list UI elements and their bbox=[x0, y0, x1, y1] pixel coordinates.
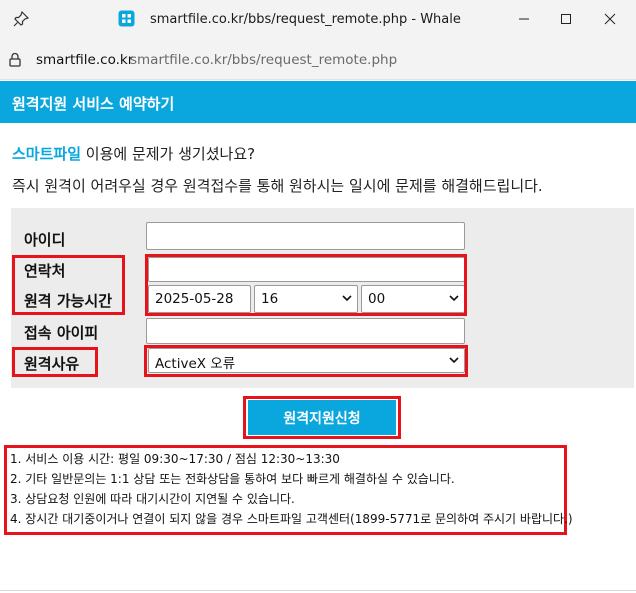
lock-icon[interactable] bbox=[9, 52, 21, 67]
highlight-box bbox=[12, 255, 125, 315]
maximize-button[interactable] bbox=[548, 6, 584, 32]
minimize-icon bbox=[519, 18, 529, 20]
remote-support-submit-button[interactable]: 원격지원신청 bbox=[248, 400, 396, 435]
notice-item: 1. 서비스 이용 시간: 평일 09:30~17:30 / 점심 12:30~… bbox=[10, 452, 340, 466]
intro-description: 즉시 원격이 어려우실 경우 원격접수를 통해 원하시는 일시에 문제를 해결해… bbox=[12, 177, 543, 195]
highlight-box bbox=[145, 254, 467, 316]
divider bbox=[0, 590, 636, 591]
notice-item: 3. 상담요청 인원에 따라 대기시간이 지연될 수 있습니다. bbox=[10, 492, 295, 506]
pin-icon[interactable] bbox=[13, 11, 29, 27]
id-input[interactable] bbox=[146, 222, 465, 250]
intro-question: 스마트파일 이용에 문제가 생기셨나요? bbox=[12, 143, 255, 164]
page-header: 원격지원 서비스 예약하기 bbox=[0, 81, 636, 123]
address-bar[interactable]: smartfile.co.kr smartfile.co.kr/bbs/requ… bbox=[0, 40, 636, 80]
ip-input[interactable] bbox=[146, 318, 465, 344]
close-icon bbox=[604, 13, 616, 25]
minimize-button[interactable] bbox=[506, 6, 542, 32]
maximize-icon bbox=[561, 14, 571, 24]
ip-label: 접속 아이피 bbox=[24, 324, 99, 342]
url-text: smartfile.co.kr/bbs/request_remote.php bbox=[130, 52, 398, 68]
highlight-box bbox=[12, 347, 98, 377]
page-title: 원격지원 서비스 예약하기 bbox=[12, 95, 175, 113]
notice-item: 2. 기타 일반문의는 1:1 상담 또는 전화상담을 통하여 보다 빠르게 해… bbox=[10, 472, 455, 486]
highlight-box bbox=[144, 345, 468, 377]
url-domain: smartfile.co.kr bbox=[36, 52, 134, 68]
window-titlebar: smartfile.co.kr/bbs/request_remote.php -… bbox=[0, 0, 636, 40]
intro-question-text: 이용에 문제가 생기셨나요? bbox=[81, 145, 256, 163]
app-icon bbox=[118, 10, 135, 27]
brand-name: 스마트파일 bbox=[12, 145, 82, 163]
id-label: 아이디 bbox=[24, 231, 66, 249]
window-title: smartfile.co.kr/bbs/request_remote.php -… bbox=[150, 12, 461, 27]
notice-item: 4. 장시간 대기중이거나 연결이 되지 않을 경우 스마트파일 고객센터(18… bbox=[10, 512, 573, 526]
notice-list: 1. 서비스 이용 시간: 평일 09:30~17:30 / 점심 12:30~… bbox=[10, 449, 573, 529]
close-button[interactable] bbox=[592, 6, 628, 32]
